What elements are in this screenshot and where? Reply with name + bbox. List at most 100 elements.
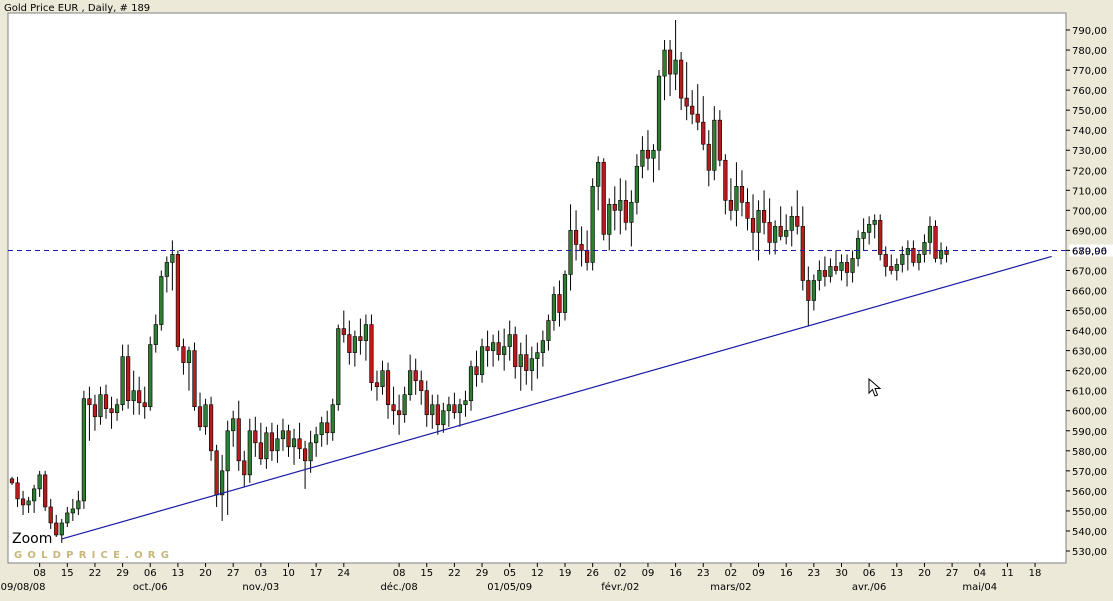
candle-body-down — [667, 49, 673, 75]
candle-body-down — [236, 418, 241, 462]
candle-body-up — [463, 400, 468, 406]
candle-body-down — [142, 402, 147, 408]
candle-body-down — [175, 254, 181, 347]
candle-body-down — [767, 222, 772, 243]
candle-body-down — [933, 226, 938, 259]
candle-body-down — [242, 460, 247, 476]
candle-body-up — [131, 390, 136, 402]
candle-body-up — [280, 430, 286, 440]
candle-body-up — [568, 230, 573, 275]
candle-body-up — [441, 410, 446, 426]
candle-body-up — [159, 276, 164, 325]
y-tick-label: 620,00 — [1072, 367, 1107, 378]
candle-body-up — [938, 250, 944, 259]
candle-body-up — [861, 232, 866, 239]
candle-body-up — [247, 430, 252, 476]
x-month-label: oct./06 — [133, 582, 168, 593]
y-tick-label: 730,00 — [1072, 146, 1107, 157]
x-day-label: 19 — [559, 568, 572, 579]
y-tick-label: 590,00 — [1072, 427, 1107, 438]
chart-canvas[interactable]: Gold Price EUR , Daily, # 189 679,96 530… — [0, 0, 1113, 597]
candle-body-up — [656, 75, 662, 151]
candle — [43, 470, 48, 511]
x-day-label: 22 — [448, 568, 461, 579]
candle-body-up — [634, 165, 639, 203]
candle-body-down — [253, 430, 258, 444]
candle-body-up — [330, 404, 335, 434]
mouse-pointer-icon — [868, 378, 882, 397]
candle-body-down — [325, 422, 330, 434]
y-tick-label: 780,00 — [1072, 46, 1107, 57]
candle-body-up — [457, 404, 463, 414]
candle-body-up — [402, 394, 407, 416]
candle-body-up — [65, 512, 70, 524]
candle-body-down — [524, 354, 529, 371]
candle-body-down — [297, 438, 302, 450]
candle-body-up — [540, 340, 545, 353]
candle — [175, 250, 181, 351]
candle-body-down — [103, 394, 109, 410]
candle-body-down — [424, 390, 429, 416]
y-tick-label: 640,00 — [1072, 327, 1107, 338]
candle-body-down — [601, 161, 606, 235]
candle-body-down — [485, 346, 490, 351]
candle-body-up — [308, 442, 313, 462]
chart-title: Gold Price EUR , Daily, # 189 — [4, 3, 150, 14]
y-tick-label: 550,00 — [1072, 507, 1107, 518]
y-tick-label: 610,00 — [1072, 387, 1107, 398]
candle-body-down — [833, 266, 839, 271]
x-day-label: 08 — [33, 568, 46, 579]
zoom-label[interactable]: Zoom — [12, 531, 52, 547]
x-day-label: 06 — [144, 568, 157, 579]
candle-body-down — [684, 97, 689, 107]
candle-body-up — [186, 350, 192, 363]
candle — [159, 270, 164, 331]
x-day-label: 26 — [586, 568, 599, 579]
x-day-label: 02 — [725, 568, 738, 579]
candle-body-down — [645, 149, 651, 159]
candle-body-up — [784, 230, 789, 237]
y-tick-label: 650,00 — [1072, 307, 1107, 318]
x-day-label: 22 — [89, 568, 102, 579]
x-day-label: 23 — [697, 568, 710, 579]
gold-price-chart: Gold Price EUR , Daily, # 189 679,96 530… — [0, 0, 1113, 597]
x-day-label: 13 — [172, 568, 185, 579]
candle — [601, 158, 606, 241]
candle-body-up — [59, 522, 64, 536]
candle — [933, 220, 938, 263]
candle-body-up — [640, 149, 645, 167]
x-day-label: 27 — [227, 568, 240, 579]
candle-body-up — [922, 242, 927, 255]
candle-body-up — [114, 404, 120, 414]
candle-body-down — [728, 200, 733, 211]
candle-body-up — [32, 488, 37, 502]
candle-body-down — [20, 498, 26, 506]
x-day-label: 17 — [310, 568, 323, 579]
candle-body-up — [70, 508, 75, 514]
candle-body-up — [491, 342, 496, 351]
candle-body-up — [502, 346, 507, 355]
x-day-label: 04 — [973, 568, 986, 579]
candle-body-down — [944, 250, 949, 255]
candle-body-down — [761, 210, 767, 223]
y-tick-label: 570,00 — [1072, 467, 1107, 478]
candle-body-down — [396, 410, 402, 416]
y-tick-label: 700,00 — [1072, 206, 1107, 217]
candle-body-down — [745, 202, 750, 219]
x-day-label: 29 — [476, 568, 489, 579]
candle-body-up — [225, 430, 230, 472]
candle-body-up — [314, 434, 319, 444]
x-day-label: 12 — [531, 568, 544, 579]
candle-body-up — [291, 438, 297, 448]
candle-body-up — [773, 226, 778, 243]
candle-body-down — [9, 478, 15, 484]
candle-body-up — [153, 324, 158, 345]
y-tick-label: 540,00 — [1072, 527, 1107, 538]
x-month-label: 01/05/09 — [487, 582, 532, 593]
candle-body-up — [894, 264, 899, 271]
x-day-label: 29 — [116, 568, 129, 579]
candle-body-up — [203, 404, 208, 428]
candle-body-down — [883, 254, 888, 267]
candle-body-up — [81, 398, 86, 502]
candle-body-up — [817, 270, 822, 281]
